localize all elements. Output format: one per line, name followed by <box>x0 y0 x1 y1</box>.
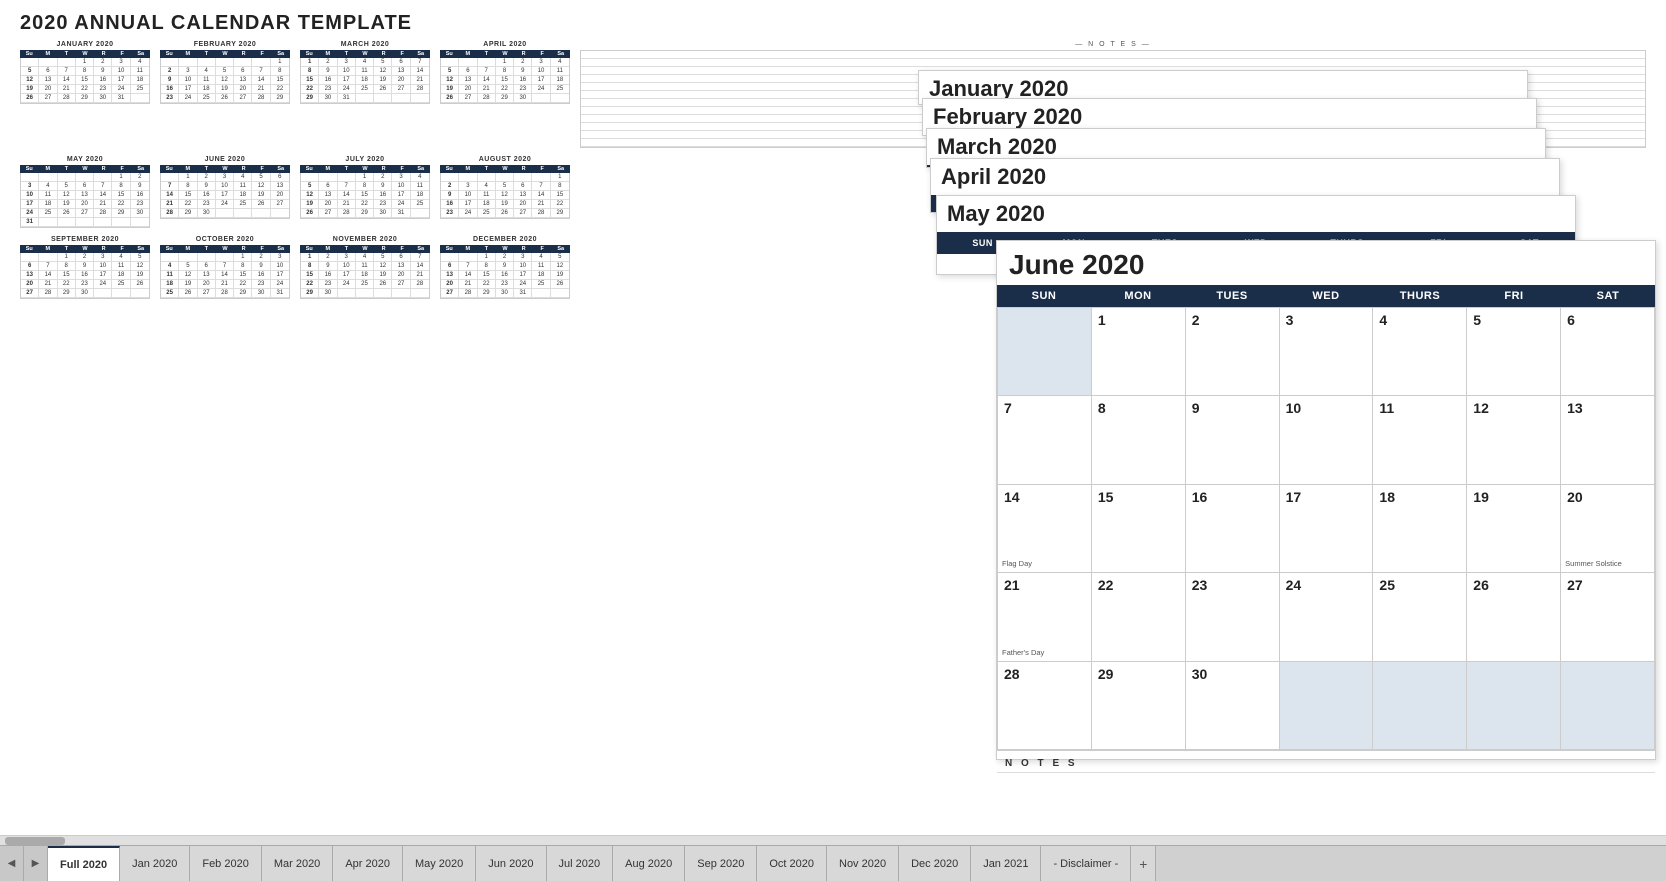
june-cell-14: 14Flag Day <box>998 485 1092 573</box>
tab-dec-2020[interactable]: Dec 2020 <box>899 846 971 881</box>
june-cell-empty-4-5 <box>1467 662 1561 750</box>
tab-apr-2020[interactable]: Apr 2020 <box>333 846 403 881</box>
tab-oct-2020[interactable]: Oct 2020 <box>757 846 827 881</box>
june-cell-20: 20Summer Solstice <box>1561 485 1655 573</box>
mini-calendar-june2020: JUNE 2020SuMTWRFSa1234567891011121314151… <box>160 156 290 228</box>
tab-next-button[interactable]: ▶ <box>24 846 48 881</box>
june-cell-1: 1 <box>1092 308 1186 396</box>
stacked-area: January 2020 SUNMONTUESWEDTHURSFRISAT Fe… <box>916 10 1666 770</box>
tab-jan-2021[interactable]: Jan 2021 <box>971 846 1041 881</box>
tab-mar-2020[interactable]: Mar 2020 <box>262 846 333 881</box>
horizontal-scrollbar[interactable] <box>0 835 1666 845</box>
june-cell-15: 15 <box>1092 485 1186 573</box>
june-card: June 2020 SUNMONTUESWEDTHURSFRISAT 12345… <box>996 240 1656 760</box>
june-cell-2: 2 <box>1186 308 1280 396</box>
june-cell-29: 29 <box>1092 662 1186 750</box>
tab-full-2020[interactable]: Full 2020 <box>48 846 120 881</box>
notes-area <box>997 772 1655 827</box>
june-cell-7: 7 <box>998 396 1092 484</box>
tab---disclaimer--[interactable]: - Disclaimer - <box>1041 846 1131 881</box>
tab-bar: ◀ ▶ Full 2020Jan 2020Feb 2020Mar 2020Apr… <box>0 845 1666 881</box>
mini-calendar-december2020: DECEMBER 2020SuMTWRFSa123456789101112131… <box>440 236 570 299</box>
june-cell-9: 9 <box>1186 396 1280 484</box>
tab-jul-2020[interactable]: Jul 2020 <box>547 846 614 881</box>
june-cell-11: 11 <box>1373 396 1467 484</box>
mini-calendar-november2020: NOVEMBER 2020SuMTWRFSa123456789101112131… <box>300 236 430 299</box>
june-header: SUNMONTUESWEDTHURSFRISAT <box>997 285 1655 307</box>
june-cell-22: 22 <box>1092 573 1186 661</box>
june-cell-6: 6 <box>1561 308 1655 396</box>
june-cell-5: 5 <box>1467 308 1561 396</box>
june-cell-28: 28 <box>998 662 1092 750</box>
june-cell-27: 27 <box>1561 573 1655 661</box>
june-cell-10: 10 <box>1280 396 1374 484</box>
tab-feb-2020[interactable]: Feb 2020 <box>190 846 261 881</box>
tab-nov-2020[interactable]: Nov 2020 <box>827 846 899 881</box>
mini-calendar-march2020: MARCH 2020SuMTWRFSa123456789101112131415… <box>300 41 430 148</box>
june-cell-4: 4 <box>1373 308 1467 396</box>
june-cell-empty-0-0 <box>998 308 1092 396</box>
tab-jan-2020[interactable]: Jan 2020 <box>120 846 190 881</box>
june-cell-23: 23 <box>1186 573 1280 661</box>
may-card-title: May 2020 <box>937 196 1575 232</box>
june-cell-25: 25 <box>1373 573 1467 661</box>
mini-calendar-august2020: AUGUST 2020SuMTWRFSa12345678910111213141… <box>440 156 570 228</box>
june-cell-empty-4-3 <box>1280 662 1374 750</box>
tab-may-2020[interactable]: May 2020 <box>403 846 476 881</box>
mini-calendar-october2020: OCTOBER 2020SuMTWRFSa1234567891011121314… <box>160 236 290 299</box>
june-cell-16: 16 <box>1186 485 1280 573</box>
mini-calendar-january2020: JANUARY 2020SuMTWRFSa1234567891011121314… <box>20 41 150 148</box>
tab-jun-2020[interactable]: Jun 2020 <box>476 846 546 881</box>
june-cell-8: 8 <box>1092 396 1186 484</box>
june-body: 1234567891011121314Flag Day151617181920S… <box>997 307 1655 750</box>
add-tab-button[interactable]: + <box>1131 846 1156 881</box>
june-cell-19: 19 <box>1467 485 1561 573</box>
june-cell-18: 18 <box>1373 485 1467 573</box>
june-cell-12: 12 <box>1467 396 1561 484</box>
tab-prev-button[interactable]: ◀ <box>0 846 24 881</box>
june-cell-30: 30 <box>1186 662 1280 750</box>
june-title: June 2020 <box>997 241 1655 285</box>
april-card-title: April 2020 <box>931 159 1559 195</box>
june-cell-empty-4-4 <box>1373 662 1467 750</box>
june-cell-3: 3 <box>1280 308 1374 396</box>
june-cell-17: 17 <box>1280 485 1374 573</box>
june-cell-13: 13 <box>1561 396 1655 484</box>
mini-calendar-september2020: SEPTEMBER 2020SuMTWRFSa12345678910111213… <box>20 236 150 299</box>
mini-calendar-july2020: JULY 2020SuMTWRFSa1234567891011121314151… <box>300 156 430 228</box>
scrollbar-thumb[interactable] <box>5 837 65 845</box>
june-cell-26: 26 <box>1467 573 1561 661</box>
notes-label: N O T E S <box>997 755 1655 772</box>
june-cell-24: 24 <box>1280 573 1374 661</box>
mini-calendar-february2020: FEBRUARY 2020SuMTWRFSa123456789101112131… <box>160 41 290 148</box>
tab-aug-2020[interactable]: Aug 2020 <box>613 846 685 881</box>
mini-calendar-april2020: APRIL 2020SuMTWRFSa123456789101112131415… <box>440 41 570 148</box>
june-cell-21: 21Father's Day <box>998 573 1092 661</box>
mini-calendar-may2020: MAY 2020SuMTWRFSa12345678910111213141516… <box>20 156 150 228</box>
june-cell-empty-4-6 <box>1561 662 1655 750</box>
tab-sep-2020[interactable]: Sep 2020 <box>685 846 757 881</box>
